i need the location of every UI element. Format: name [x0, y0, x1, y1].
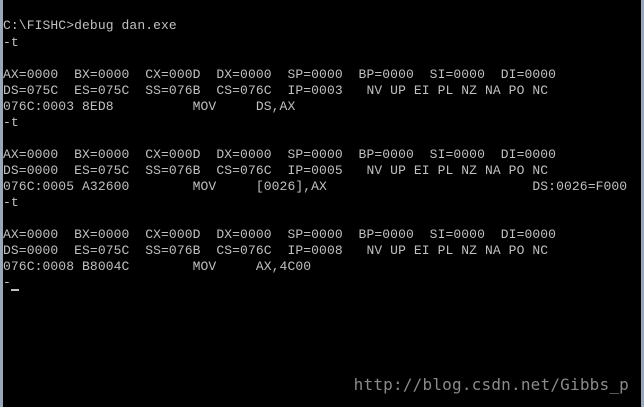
console-line-instruction: 076C:0003 8ED8 MOV DS,AX: [3, 99, 296, 114]
console-line-segments-flags: DS=0000 ES=075C SS=076B CS=076C IP=0005 …: [3, 163, 549, 178]
console-line-registers: AX=0000 BX=0000 CX=000D DX=0000 SP=0000 …: [3, 227, 557, 242]
text-cursor: [11, 289, 19, 291]
console-line-segments-flags: DS=075C ES=075C SS=076B CS=076C IP=0003 …: [3, 83, 549, 98]
console-line-registers: AX=0000 BX=0000 CX=000D DX=0000 SP=0000 …: [3, 147, 557, 162]
console-line-instruction: 076C:0005 A32600 MOV [0026],AX DS:0026=F…: [3, 179, 628, 194]
console-line-prompt: -t: [3, 195, 19, 210]
watermark-text: http://blog.csdn.net/Gibbs_p: [353, 375, 629, 394]
console-line-prompt: -t: [3, 35, 19, 50]
console-line-registers: AX=0000 BX=0000 CX=000D DX=0000 SP=0000 …: [3, 67, 557, 82]
console-line-prompt: -t: [3, 115, 19, 130]
command-prompt-window: C:\FISHC>debug dan.exe -t AX=0000 BX=000…: [0, 0, 644, 407]
console-line-command: C:\FISHC>debug dan.exe: [3, 18, 177, 33]
console-output-area[interactable]: C:\FISHC>debug dan.exe -t AX=0000 BX=000…: [3, 0, 641, 407]
console-line-instruction: 076C:0008 B8004C MOV AX,4C00: [3, 259, 312, 274]
console-line-segments-flags: DS=0000 ES=075C SS=076B CS=076C IP=0008 …: [3, 243, 549, 258]
console-line-input-prompt[interactable]: -: [3, 275, 11, 291]
